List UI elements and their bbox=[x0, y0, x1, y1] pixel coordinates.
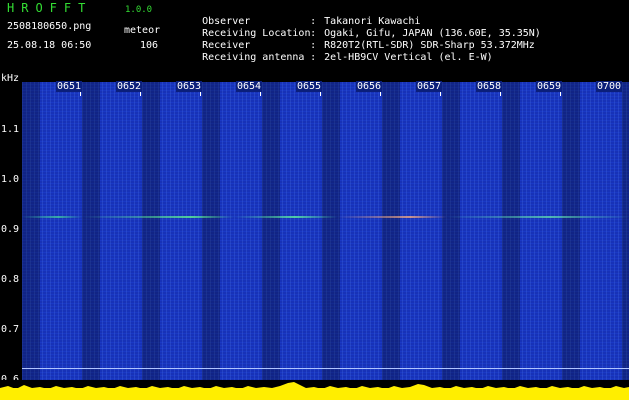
time-tick bbox=[560, 92, 561, 96]
app-version: 1.0.0 bbox=[125, 5, 153, 15]
spectrogram-noise bbox=[22, 82, 629, 400]
meteor-label: meteor bbox=[124, 25, 161, 36]
frequency-label: 0.8 bbox=[1, 274, 20, 285]
signal-level-graph bbox=[0, 382, 629, 400]
info-separator: : bbox=[310, 52, 317, 63]
spectrogram-plot bbox=[22, 82, 629, 400]
time-label: 0653 bbox=[176, 81, 203, 92]
reference-line bbox=[22, 368, 629, 369]
time-tick bbox=[380, 92, 381, 96]
time-tick bbox=[140, 92, 141, 96]
time-label: 0654 bbox=[236, 81, 263, 92]
time-tick bbox=[500, 92, 501, 96]
datetime: 25.08.18 06:50 bbox=[7, 40, 92, 51]
carrier-trace bbox=[22, 216, 629, 218]
info-value: 2el-HB9CV Vertical (el. E-W) bbox=[324, 52, 493, 63]
time-label: 0655 bbox=[296, 81, 323, 92]
time-tick bbox=[260, 92, 261, 96]
signal-level-peaks bbox=[0, 382, 629, 400]
frequency-label: 0.9 bbox=[1, 224, 20, 235]
time-label: 0657 bbox=[416, 81, 443, 92]
app-name: HROFFT bbox=[7, 1, 93, 15]
time-tick bbox=[320, 92, 321, 96]
file-name: 2508180650.png bbox=[7, 21, 92, 32]
info-row-antenna: Receiving antenna:2el-HB9CV Vertical (el… bbox=[178, 40, 493, 76]
time-label: 0652 bbox=[116, 81, 143, 92]
header-panel: HROFFT 1.0.0 2508180650.png meteor 25.08… bbox=[0, 0, 629, 78]
frequency-label: 1.0 bbox=[1, 174, 20, 185]
time-tick bbox=[80, 92, 81, 96]
time-label: 0651 bbox=[56, 81, 83, 92]
signal-level-bar bbox=[0, 380, 629, 400]
info-key: Receiving antenna bbox=[202, 52, 305, 63]
meteor-count: 106 bbox=[140, 40, 159, 51]
time-label: 0659 bbox=[536, 81, 563, 92]
time-label: 0656 bbox=[356, 81, 383, 92]
frequency-label: 1.1 bbox=[1, 124, 20, 135]
time-label: 0658 bbox=[476, 81, 503, 92]
frequency-label: 0.7 bbox=[1, 324, 20, 335]
time-label: 0700 bbox=[596, 81, 623, 92]
time-tick bbox=[440, 92, 441, 96]
frequency-unit-label: kHz bbox=[1, 73, 20, 84]
time-tick bbox=[200, 92, 201, 96]
